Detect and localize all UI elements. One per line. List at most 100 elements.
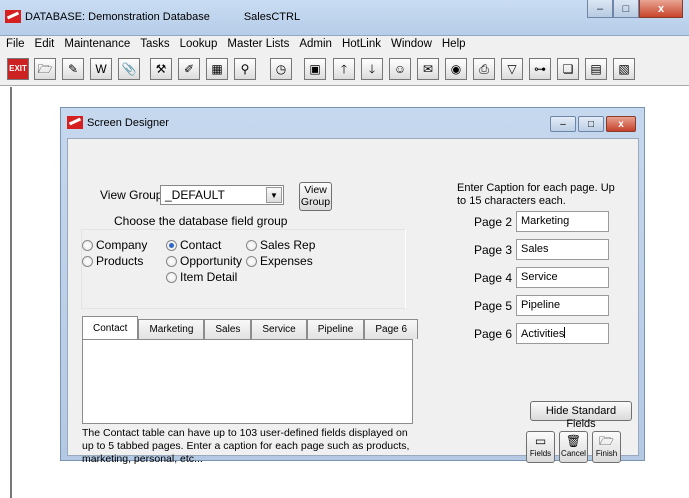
page-3-input[interactable]: Sales bbox=[516, 239, 609, 260]
open-folder-icon: 🗁 bbox=[599, 434, 614, 448]
dialog-logo-icon bbox=[67, 116, 83, 129]
book-icon[interactable]: ❏ bbox=[557, 58, 579, 80]
notepad-icon[interactable]: ✐ bbox=[178, 58, 200, 80]
radio-label: Company bbox=[96, 238, 148, 252]
paperclip-icon[interactable]: 📎 bbox=[118, 58, 140, 80]
menu-master-lists[interactable]: Master Lists bbox=[222, 36, 294, 54]
dialog-title: Screen Designer bbox=[87, 117, 169, 129]
network-icon[interactable]: ⊶ bbox=[529, 58, 551, 80]
page-6-label: Page 6 bbox=[474, 327, 513, 341]
radio-circle-icon[interactable] bbox=[246, 239, 257, 251]
radio-contact[interactable]: Contact bbox=[166, 238, 221, 252]
down-arrow-icon[interactable]: 🡓 bbox=[361, 58, 383, 80]
up-arrow-icon[interactable]: 🡑 bbox=[333, 58, 355, 80]
menu-edit[interactable]: Edit bbox=[30, 36, 60, 54]
page-2-input[interactable]: Marketing bbox=[516, 211, 609, 232]
tools-icon[interactable]: ⚒ bbox=[150, 58, 172, 80]
finish-button[interactable]: 🗁 Finish bbox=[592, 431, 621, 463]
screen-designer-dialog: Screen Designer – □ x View Group _DEFAUL… bbox=[60, 107, 645, 465]
filter-icon[interactable]: ▽ bbox=[501, 58, 523, 80]
tab-marketing[interactable]: Marketing bbox=[138, 319, 205, 339]
exit-icon[interactable]: EXIT bbox=[7, 58, 29, 80]
window-controls: – □ x bbox=[587, 0, 683, 18]
fields-icon: ▭ bbox=[534, 434, 547, 448]
calendar-icon[interactable]: ▦ bbox=[206, 58, 228, 80]
minimize-icon[interactable]: – bbox=[587, 0, 613, 18]
menu-window[interactable]: Window bbox=[386, 36, 437, 54]
page-4-label: Page 4 bbox=[474, 271, 513, 285]
dialog-close-icon[interactable]: x bbox=[606, 116, 636, 132]
folder-icon[interactable]: 🗁 bbox=[34, 58, 56, 80]
globe-icon[interactable]: ◉ bbox=[445, 58, 467, 80]
radio-label: Contact bbox=[180, 238, 222, 252]
menu-bar: File Edit Maintenance Tasks Lookup Maste… bbox=[0, 36, 689, 54]
fields-button[interactable]: ▭ Fields bbox=[526, 431, 555, 463]
table-icon[interactable]: ▤ bbox=[585, 58, 607, 80]
page-6-value: Activities bbox=[521, 328, 565, 340]
cancel-button-label: Cancel bbox=[561, 449, 586, 458]
main-title-bar: DATABASE: Demonstration Database SalesCTR… bbox=[0, 0, 689, 36]
tab-service[interactable]: Service bbox=[251, 319, 307, 339]
window-icon[interactable]: ▣ bbox=[304, 58, 326, 80]
radio-circle-icon[interactable] bbox=[246, 255, 257, 267]
radio-label: Expenses bbox=[260, 254, 313, 268]
radio-label: Products bbox=[96, 254, 144, 268]
tab-pipeline[interactable]: Pipeline bbox=[306, 319, 365, 339]
view-group-value: _DEFAULT bbox=[165, 188, 225, 202]
menu-tasks[interactable]: Tasks bbox=[135, 36, 174, 54]
page-5-input[interactable]: Pipeline bbox=[516, 295, 609, 316]
menu-help[interactable]: Help bbox=[437, 36, 471, 54]
menu-hotlink[interactable]: HotLink bbox=[337, 36, 386, 54]
report-icon[interactable]: ▧ bbox=[613, 58, 635, 80]
dialog-maximize-icon[interactable]: □ bbox=[578, 116, 604, 132]
radio-expenses[interactable]: Expenses bbox=[246, 254, 313, 268]
menu-maintenance[interactable]: Maintenance bbox=[59, 36, 135, 54]
radio-label: Opportunity bbox=[180, 254, 243, 268]
tab-contact[interactable]: Contact bbox=[82, 316, 139, 339]
page-3-label: Page 3 bbox=[474, 243, 513, 257]
view-group-button[interactable]: View Group bbox=[299, 182, 332, 211]
app-logo-icon bbox=[5, 10, 21, 23]
radio-item-detail[interactable]: Item Detail bbox=[166, 270, 237, 284]
binoculars-icon[interactable]: ⚲ bbox=[234, 58, 256, 80]
radio-label: Sales Rep bbox=[260, 238, 316, 252]
choose-field-group-label: Choose the database field group bbox=[114, 214, 288, 228]
menu-file[interactable]: File bbox=[1, 36, 30, 54]
cancel-button[interactable]: 🗑 Cancel bbox=[559, 431, 588, 463]
printer-icon[interactable]: ⎙ bbox=[473, 58, 495, 80]
dialog-minimize-icon[interactable]: – bbox=[550, 116, 576, 132]
maximize-icon[interactable]: □ bbox=[613, 0, 639, 18]
radio-circle-icon[interactable] bbox=[166, 271, 177, 283]
database-title: DATABASE: Demonstration Database bbox=[25, 11, 210, 23]
radio-circle-icon[interactable] bbox=[82, 239, 93, 251]
fields-button-label: Fields bbox=[529, 449, 552, 458]
radio-products[interactable]: Products bbox=[82, 254, 143, 268]
view-group-select[interactable]: _DEFAULT ▼ bbox=[160, 185, 284, 205]
toolbar: EXIT 🗁 ✎ W 📎 ⚒ ✐ ▦ ⚲ ◷ ▣ 🡑 🡓 ☺ ✉ ◉ ⎙ ▽ ⊶… bbox=[0, 54, 689, 86]
finish-button-label: Finish bbox=[595, 449, 618, 458]
radio-sales-rep[interactable]: Sales Rep bbox=[246, 238, 315, 252]
tab-page-6[interactable]: Page 6 bbox=[364, 319, 419, 339]
envelope-icon[interactable]: ✉ bbox=[417, 58, 439, 80]
edit-icon[interactable]: ✎ bbox=[62, 58, 84, 80]
page-6-input[interactable]: Activities bbox=[516, 323, 609, 344]
hide-standard-fields-button[interactable]: Hide Standard Fields bbox=[530, 401, 632, 430]
chevron-down-icon[interactable]: ▼ bbox=[266, 187, 282, 203]
radio-opportunity[interactable]: Opportunity bbox=[166, 254, 242, 268]
trash-icon: 🗑 bbox=[565, 434, 582, 448]
tab-sales[interactable]: Sales bbox=[204, 319, 252, 339]
radio-circle-icon[interactable] bbox=[166, 255, 177, 267]
page-tabs: Contact Marketing Sales Service Pipeline… bbox=[82, 316, 419, 339]
word-icon[interactable]: W bbox=[90, 58, 112, 80]
close-icon[interactable]: x bbox=[639, 0, 683, 18]
radio-selected-icon[interactable] bbox=[166, 239, 177, 251]
person-icon[interactable]: ☺ bbox=[389, 58, 411, 80]
menu-admin[interactable]: Admin bbox=[294, 36, 337, 54]
clock-icon[interactable]: ◷ bbox=[270, 58, 292, 80]
info-text: The Contact table can have up to 103 use… bbox=[82, 427, 410, 465]
page-4-input[interactable]: Service bbox=[516, 267, 609, 288]
radio-circle-icon[interactable] bbox=[82, 255, 93, 267]
menu-lookup[interactable]: Lookup bbox=[175, 36, 223, 54]
radio-company[interactable]: Company bbox=[82, 238, 147, 252]
dialog-body: View Group _DEFAULT ▼ View Group Choose … bbox=[67, 138, 639, 465]
